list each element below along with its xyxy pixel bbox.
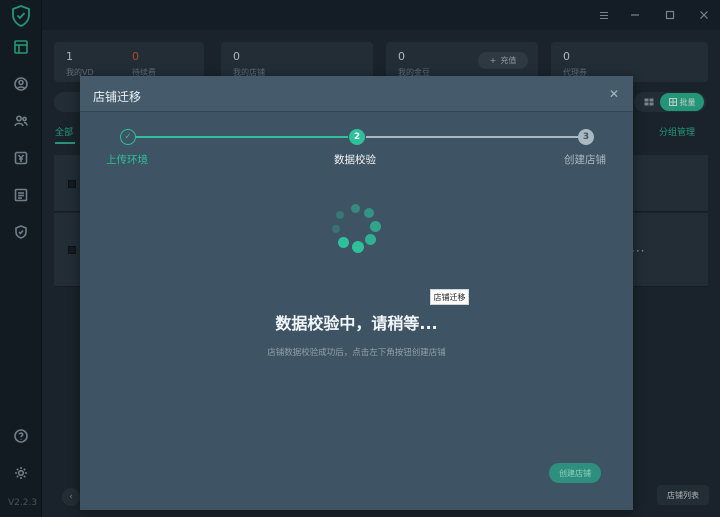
step-3-indicator: 3 xyxy=(578,129,594,145)
loading-message: 数据校验中，请稍等... xyxy=(275,314,438,333)
step-1-check-icon: ✓ xyxy=(120,129,136,145)
step-connector-done xyxy=(136,136,348,138)
dialog-title: 店铺迁移 xyxy=(93,90,142,104)
dialog-close-icon[interactable]: ✕ xyxy=(608,88,620,100)
step-3-label: 创建店铺 xyxy=(564,154,606,166)
shop-migration-dialog: 店铺迁移 ✕ ✓ 上传环境 2 数据校验 3 创建店铺 店铺迁移 数据校验中，请… xyxy=(80,76,633,510)
create-shop-button[interactable]: 创建店铺 xyxy=(549,463,601,483)
step-2-label: 数据校验 xyxy=(334,154,376,166)
tooltip: 店铺迁移 xyxy=(430,289,469,305)
loading-spinner-icon xyxy=(330,204,382,256)
step-connector-pending xyxy=(366,136,578,138)
step-1-label: 上传环境 xyxy=(106,154,148,166)
step-2-indicator: 2 xyxy=(349,129,365,145)
hint-message: 店铺数据校验成功后，点击左下角按钮创建店铺 xyxy=(267,348,446,358)
dialog-header: 店铺迁移 ✕ xyxy=(80,76,633,112)
